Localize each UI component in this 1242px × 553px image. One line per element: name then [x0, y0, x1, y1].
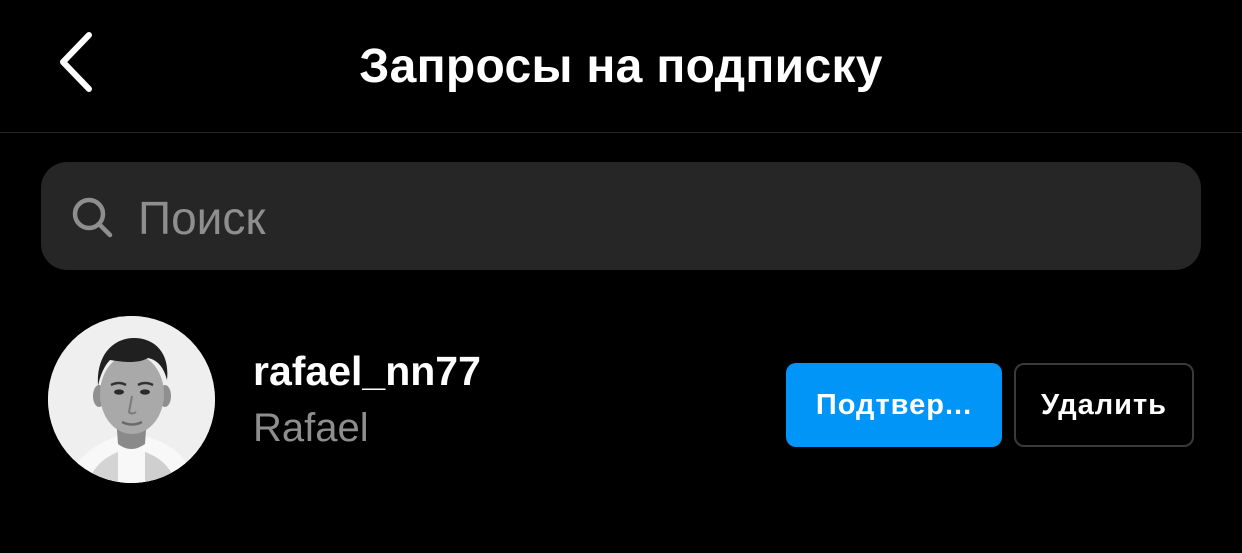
confirm-button[interactable]: Подтвер... [786, 363, 1002, 447]
page-title: Запросы на подписку [359, 40, 883, 93]
search-input[interactable] [138, 189, 1178, 247]
request-username[interactable]: rafael_nn77 [253, 346, 481, 396]
delete-button[interactable]: Удалить [1014, 363, 1194, 447]
search-icon [72, 197, 113, 238]
avatar[interactable] [48, 316, 215, 483]
request-full-name: Rafael [253, 406, 369, 450]
header-bar: Запросы на подписку [0, 0, 1242, 133]
profile-photo [48, 316, 215, 483]
